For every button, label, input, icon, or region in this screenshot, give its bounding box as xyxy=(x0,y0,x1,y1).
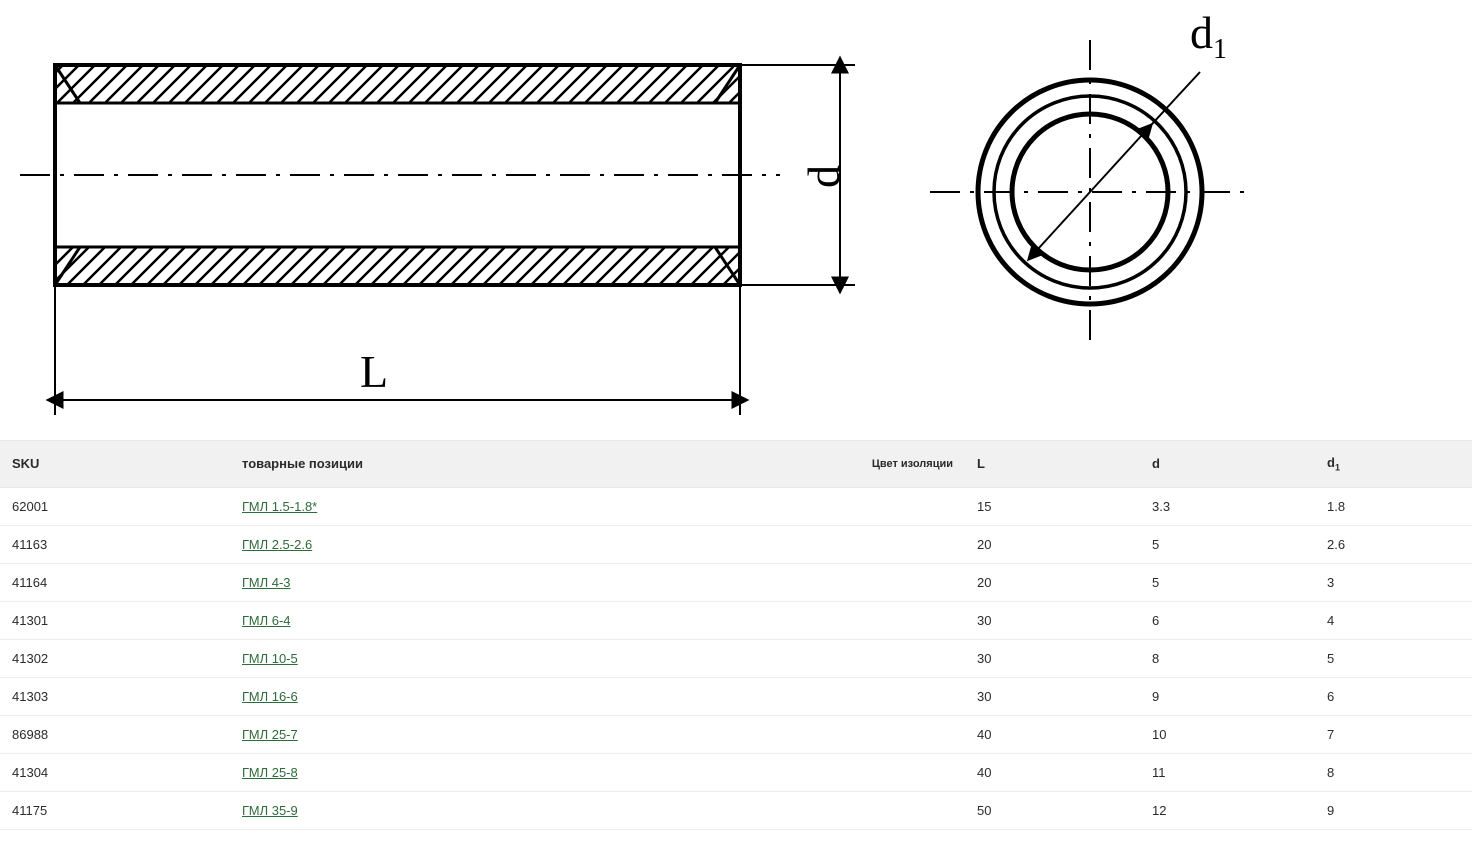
dimension-label-L: L xyxy=(360,345,388,398)
product-link[interactable]: ГМЛ 25-7 xyxy=(242,727,298,742)
table-body: 62001ГМЛ 1.5-1.8*153.31.841163ГМЛ 2.5-2.… xyxy=(0,487,1472,829)
table-header-row: SKU товарные позиции Цвет изоляции L d d… xyxy=(0,441,1472,488)
cell-d1: 1.8 xyxy=(1315,487,1472,525)
product-link[interactable]: ГМЛ 16-6 xyxy=(242,689,298,704)
table-row: 41163 ГМЛ 2.5-2.6 2052.6 xyxy=(0,525,1472,563)
col-header-name-left: товарные позиции xyxy=(242,456,363,471)
cell-name: ГМЛ 25-8 xyxy=(230,753,965,791)
cell-L: 40 xyxy=(965,715,1140,753)
product-link[interactable]: ГМЛ 10-5 xyxy=(242,651,298,666)
cell-d1: 5 xyxy=(1315,639,1472,677)
dimension-label-d: d xyxy=(797,165,850,188)
cross-section xyxy=(930,40,1250,345)
cell-name: ГМЛ 25-7 xyxy=(230,715,965,753)
cell-L: 40 xyxy=(965,753,1140,791)
table-row: 41301 ГМЛ 6-4 3064 xyxy=(0,601,1472,639)
cell-sku: 41175 xyxy=(0,791,230,829)
col-header-L: L xyxy=(965,441,1140,488)
table-row: 86988 ГМЛ 25-7 40107 xyxy=(0,715,1472,753)
longitudinal-section xyxy=(20,65,780,285)
cell-sku: 41301 xyxy=(0,601,230,639)
dimension-label-d1: d1 xyxy=(1190,6,1227,66)
table-row: 41175 ГМЛ 35-9 50129 xyxy=(0,791,1472,829)
technical-diagram: L d d1 xyxy=(0,0,1472,440)
product-link[interactable]: ГМЛ 25-8 xyxy=(242,765,298,780)
cell-L: 30 xyxy=(965,601,1140,639)
col-header-name: товарные позиции Цвет изоляции xyxy=(230,441,965,488)
cell-name: ГМЛ 6-4 xyxy=(230,601,965,639)
table-row: 41303 ГМЛ 16-6 3096 xyxy=(0,677,1472,715)
cell-d1: 9 xyxy=(1315,791,1472,829)
cell-sku: 86988 xyxy=(0,715,230,753)
cell-d: 5 xyxy=(1140,563,1315,601)
cell-d1: 7 xyxy=(1315,715,1472,753)
spec-table: SKU товарные позиции Цвет изоляции L d d… xyxy=(0,440,1472,830)
cell-name: ГМЛ 4-3 xyxy=(230,563,965,601)
col-header-sku: SKU xyxy=(0,441,230,488)
cell-d: 3.3 xyxy=(1140,487,1315,525)
cell-d: 11 xyxy=(1140,753,1315,791)
cell-sku: 41303 xyxy=(0,677,230,715)
cell-d1: 4 xyxy=(1315,601,1472,639)
cell-d1: 2.6 xyxy=(1315,525,1472,563)
cell-sku: 41163 xyxy=(0,525,230,563)
product-link[interactable]: ГМЛ 1.5-1.8* xyxy=(242,499,317,514)
cell-d: 10 xyxy=(1140,715,1315,753)
cell-L: 15 xyxy=(965,487,1140,525)
table-row: 41164 ГМЛ 4-3 2053 xyxy=(0,563,1472,601)
cell-d1: 3 xyxy=(1315,563,1472,601)
cell-d: 9 xyxy=(1140,677,1315,715)
product-link[interactable]: ГМЛ 2.5-2.6 xyxy=(242,537,312,552)
table-row: 41302 ГМЛ 10-5 3085 xyxy=(0,639,1472,677)
cell-d: 8 xyxy=(1140,639,1315,677)
cell-L: 30 xyxy=(965,677,1140,715)
table-row: 41304 ГМЛ 25-8 40118 xyxy=(0,753,1472,791)
cell-L: 30 xyxy=(965,639,1140,677)
col-header-d: d xyxy=(1140,441,1315,488)
cell-d1: 6 xyxy=(1315,677,1472,715)
cell-d: 5 xyxy=(1140,525,1315,563)
cell-d1: 8 xyxy=(1315,753,1472,791)
cell-d: 6 xyxy=(1140,601,1315,639)
col-header-d1: d1 xyxy=(1315,441,1472,488)
cell-name: ГМЛ 10-5 xyxy=(230,639,965,677)
cell-sku: 41164 xyxy=(0,563,230,601)
cell-sku: 41302 xyxy=(0,639,230,677)
cell-L: 20 xyxy=(965,563,1140,601)
table-row: 62001 ГМЛ 1.5-1.8* 153.31.8 xyxy=(0,487,1472,525)
cell-sku: 41304 xyxy=(0,753,230,791)
diagram-svg xyxy=(0,0,1472,440)
cell-sku: 62001 xyxy=(0,487,230,525)
cell-name: ГМЛ 35-9 xyxy=(230,791,965,829)
dimension-L xyxy=(55,285,740,415)
cell-name: ГМЛ 1.5-1.8* xyxy=(230,487,965,525)
cell-name: ГМЛ 2.5-2.6 xyxy=(230,525,965,563)
product-link[interactable]: ГМЛ 35-9 xyxy=(242,803,298,818)
cell-L: 50 xyxy=(965,791,1140,829)
cell-L: 20 xyxy=(965,525,1140,563)
cell-d: 12 xyxy=(1140,791,1315,829)
col-header-name-right: Цвет изоляции xyxy=(872,458,953,470)
product-link[interactable]: ГМЛ 4-3 xyxy=(242,575,291,590)
cell-name: ГМЛ 16-6 xyxy=(230,677,965,715)
product-link[interactable]: ГМЛ 6-4 xyxy=(242,613,291,628)
